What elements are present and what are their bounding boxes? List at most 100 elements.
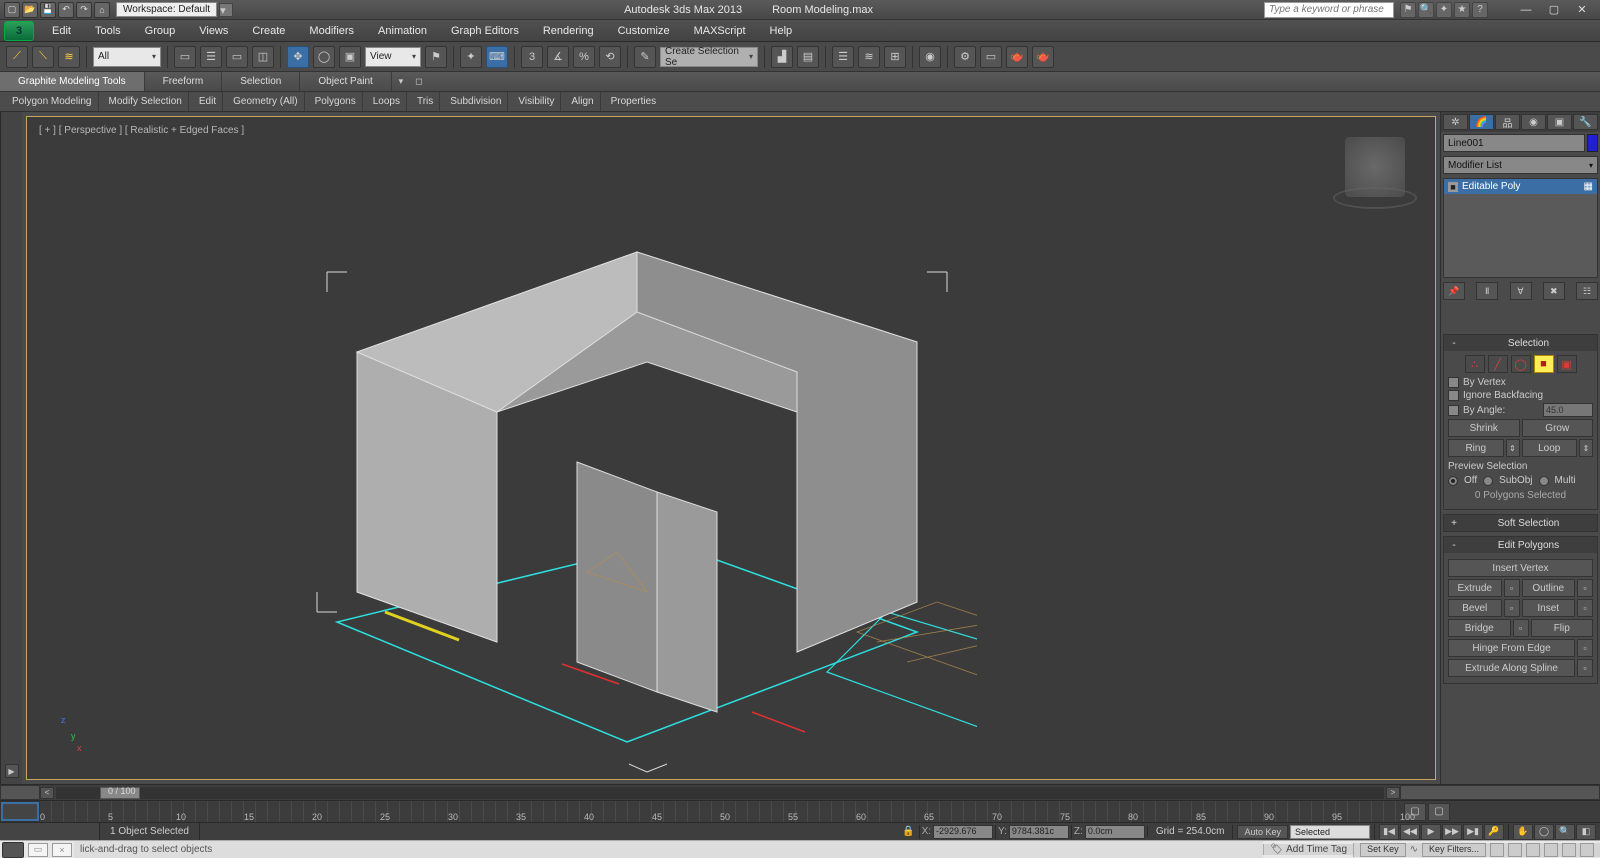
keyboard-shortcut-icon[interactable]: ⌨	[486, 46, 508, 68]
panel-polygons[interactable]: Polygons	[309, 92, 363, 111]
app-taskbar-icon[interactable]	[2, 842, 24, 858]
key-mode-toggle-icon[interactable]: 🔑	[1484, 824, 1504, 840]
next-frame-icon[interactable]: ▶▶	[1442, 824, 1462, 840]
ring-spinner[interactable]: ⇕	[1506, 439, 1520, 457]
exchange-icon[interactable]: ✦	[1436, 2, 1452, 18]
favorites-icon[interactable]: ★	[1454, 2, 1470, 18]
loop-button[interactable]: Loop	[1522, 439, 1578, 457]
ribbon-tab-graphite[interactable]: Graphite Modeling Tools	[0, 72, 145, 91]
by-angle-checkbox[interactable]: By Angle:45.0	[1448, 403, 1593, 417]
menu-modifiers[interactable]: Modifiers	[297, 20, 366, 41]
insert-vertex-button[interactable]: Insert Vertex	[1448, 559, 1593, 577]
ref-coord-combo[interactable]: View▾	[365, 47, 421, 67]
mirror-icon[interactable]: ▟	[771, 46, 793, 68]
hinge-settings-icon[interactable]: ▫	[1577, 639, 1593, 657]
key-filters-button[interactable]: Key Filters...	[1422, 843, 1486, 857]
undo-icon[interactable]: ↶	[58, 2, 74, 18]
search-input[interactable]	[1264, 2, 1394, 18]
coord-y-value[interactable]: 9784.381c	[1009, 825, 1069, 839]
goto-end-icon[interactable]: ▶▮	[1463, 824, 1483, 840]
expand-trackbar-icon[interactable]: ▶	[5, 764, 19, 778]
ribbon-toggle-icon[interactable]: ▾	[392, 72, 410, 91]
outline-button[interactable]: Outline	[1522, 579, 1576, 597]
selection-lock-icon[interactable]: 🔒	[899, 826, 919, 837]
remove-modifier-icon[interactable]: ✖	[1543, 282, 1565, 300]
layer-manager-icon[interactable]: ☰	[832, 46, 854, 68]
edit-named-sel-icon[interactable]: ✎	[634, 46, 656, 68]
select-scale-icon[interactable]: ▣	[339, 46, 361, 68]
trackbar-ruler[interactable]: 0510152025303540455055606570758085909510…	[40, 801, 1400, 822]
panel-align[interactable]: Align	[565, 92, 600, 111]
panel-properties[interactable]: Properties	[605, 92, 663, 111]
preview-off-radio[interactable]	[1448, 476, 1458, 486]
extrude-settings-icon[interactable]: ▫	[1504, 579, 1520, 597]
tab-close-icon[interactable]: ×	[52, 843, 72, 857]
render-setup-icon[interactable]: ⚙	[954, 46, 976, 68]
redo-icon[interactable]: ↷	[76, 2, 92, 18]
modifier-stack[interactable]: ■ Editable Poly ▦	[1443, 178, 1598, 278]
maximize-button[interactable]: ▢	[1540, 2, 1568, 18]
panel-polygon-modeling[interactable]: Polygon Modeling	[6, 92, 99, 111]
menu-maxscript[interactable]: MAXScript	[682, 20, 758, 41]
select-rotate-icon[interactable]: ◯	[313, 46, 335, 68]
menu-graph-editors[interactable]: Graph Editors	[439, 20, 531, 41]
goto-start-icon[interactable]: ▮◀	[1379, 824, 1399, 840]
unlink-icon[interactable]: ⟍	[32, 46, 54, 68]
menu-rendering[interactable]: Rendering	[531, 20, 606, 41]
pin-stack-icon[interactable]: 📌	[1443, 282, 1465, 300]
nav-btn-4[interactable]	[1580, 843, 1594, 857]
zoom-icon[interactable]: 🔍	[1555, 824, 1575, 840]
rect-region-icon[interactable]: ▭	[226, 46, 248, 68]
autokey-button[interactable]: Auto Key	[1237, 825, 1288, 839]
render-production-icon[interactable]: 🫖	[1006, 46, 1028, 68]
panel-modify-selection[interactable]: Modify Selection	[103, 92, 189, 111]
minimize-button[interactable]: —	[1512, 2, 1540, 18]
open-icon[interactable]: 📂	[22, 2, 38, 18]
extrude-button[interactable]: Extrude	[1448, 579, 1502, 597]
motion-tab-icon[interactable]: ◉	[1521, 114, 1546, 130]
modifier-list-combo[interactable]: Modifier List▾	[1443, 156, 1598, 174]
inset-button[interactable]: Inset	[1522, 599, 1576, 617]
panel-visibility[interactable]: Visibility	[512, 92, 561, 111]
time-slider-left-arrow[interactable]: <	[40, 787, 54, 799]
bevel-settings-icon[interactable]: ▫	[1504, 599, 1520, 617]
rollout-soft-selection-header[interactable]: +Soft Selection	[1444, 515, 1597, 531]
rollout-selection-header[interactable]: -Selection	[1444, 335, 1597, 351]
viewport-label[interactable]: [ + ] [ Perspective ] [ Realistic + Edge…	[39, 125, 244, 136]
close-button[interactable]: ✕	[1568, 2, 1596, 18]
show-end-result-icon[interactable]: Ⅱ	[1476, 282, 1498, 300]
application-button[interactable]: 3	[4, 21, 34, 41]
help-icon[interactable]: ?	[1472, 2, 1488, 18]
time-slider-right-arrow[interactable]: >	[1386, 787, 1400, 799]
fov-icon[interactable]: ◧	[1576, 824, 1596, 840]
manipulate-icon[interactable]: ✦	[460, 46, 482, 68]
ribbon-tab-selection[interactable]: Selection	[222, 72, 300, 91]
vertex-mode-icon[interactable]: ∴	[1465, 355, 1485, 373]
menu-animation[interactable]: Animation	[366, 20, 439, 41]
inset-settings-icon[interactable]: ▫	[1577, 599, 1593, 617]
subscription-icon[interactable]: ⚑	[1400, 2, 1416, 18]
panel-tris[interactable]: Tris	[411, 92, 440, 111]
time-slider-track[interactable]: 0 / 100	[56, 787, 1384, 799]
object-name-input[interactable]	[1443, 134, 1585, 152]
prev-frame-icon[interactable]: ◀◀	[1400, 824, 1420, 840]
pan-icon[interactable]: ✋	[1513, 824, 1533, 840]
workspace-switcher[interactable]: Workspace: Default ▾	[116, 2, 233, 17]
menu-group[interactable]: Group	[133, 20, 188, 41]
polygon-mode-icon[interactable]: ■	[1534, 355, 1554, 373]
by-vertex-checkbox[interactable]: By Vertex	[1448, 377, 1593, 388]
percent-snap-icon[interactable]: %	[573, 46, 595, 68]
nav-btn-2[interactable]	[1544, 843, 1558, 857]
play-icon[interactable]: ▶	[1421, 824, 1441, 840]
spinner-snap-icon[interactable]: ⟲	[599, 46, 621, 68]
use-pivot-icon[interactable]: ⚑	[425, 46, 447, 68]
create-tab-icon[interactable]: ✲	[1443, 114, 1468, 130]
rollout-edit-polygons-header[interactable]: -Edit Polygons	[1444, 537, 1597, 553]
expand-icon[interactable]: ■	[1448, 182, 1458, 192]
panel-loops[interactable]: Loops	[367, 92, 407, 111]
stack-lock-icon[interactable]: ▦	[1584, 181, 1593, 192]
object-color-swatch[interactable]	[1587, 134, 1598, 152]
save-icon[interactable]: 💾	[40, 2, 56, 18]
menu-edit[interactable]: Edit	[40, 20, 83, 41]
outline-settings-icon[interactable]: ▫	[1577, 579, 1593, 597]
